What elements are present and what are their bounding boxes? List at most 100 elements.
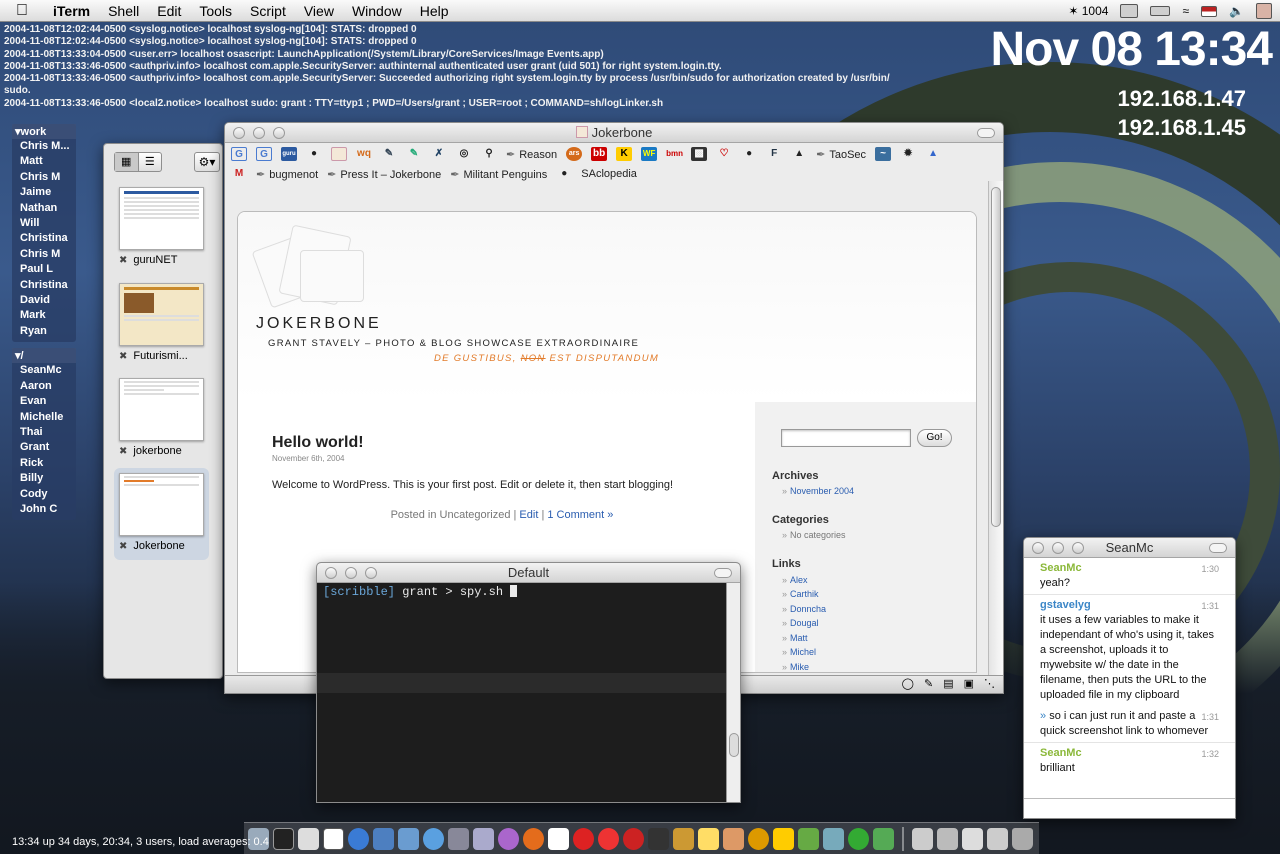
zoom-button[interactable] (365, 567, 377, 579)
preview-icon[interactable] (448, 827, 469, 850)
document-icon[interactable] (298, 827, 319, 850)
face-icon[interactable] (723, 827, 744, 850)
wf-icon[interactable]: WF (641, 147, 658, 161)
trash-icon[interactable] (1012, 827, 1033, 850)
toolbar-toggle-button[interactable] (977, 128, 995, 138)
post-title[interactable]: Hello world! (272, 434, 732, 452)
grenade-icon[interactable]: ● (741, 147, 757, 161)
guru-icon[interactable]: guru (281, 147, 297, 161)
menu-tools[interactable]: Tools (190, 3, 241, 19)
flag-icon[interactable] (1201, 5, 1218, 17)
buddy-item[interactable]: Will (12, 216, 76, 231)
blogroll-link[interactable]: Alex (772, 575, 826, 585)
wq-icon[interactable]: wq (356, 147, 372, 161)
buddy-item[interactable]: Rick (12, 456, 76, 471)
bmn-icon[interactable]: bmn (666, 147, 683, 161)
buddy-item[interactable]: SeanMc (12, 363, 76, 378)
browser-titlebar[interactable]: Jokerbone (225, 123, 1003, 143)
edit-link[interactable]: Edit (519, 509, 538, 521)
calendar-icon[interactable] (548, 827, 569, 850)
magnifier-icon[interactable]: ⚲ (481, 147, 497, 161)
buddy-item[interactable]: Jaime (12, 185, 76, 200)
battery-icon[interactable] (1150, 6, 1171, 16)
scroll-thumb[interactable] (991, 187, 1001, 527)
menu-help[interactable]: Help (411, 3, 458, 19)
window-icon[interactable] (937, 827, 958, 850)
site-title[interactable]: JOKERBONE (256, 315, 382, 333)
window-icon[interactable] (987, 827, 1008, 850)
photo-icon[interactable] (398, 827, 419, 850)
bookmark-reason[interactable]: Reason (506, 148, 557, 161)
bookmark-saclopedia[interactable]: SAclopedia (581, 168, 637, 180)
f-icon[interactable]: F (766, 147, 782, 161)
grenade-icon[interactable]: ● (556, 167, 572, 181)
grid-view-icon[interactable]: ▦ (115, 153, 139, 171)
close-button[interactable] (233, 127, 245, 139)
buddy-item[interactable]: Nathan (12, 201, 76, 216)
sync-icon[interactable] (848, 827, 869, 850)
x-icon[interactable]: ✗ (431, 147, 447, 161)
buddy-item[interactable]: Chris M... (12, 139, 76, 154)
terminal-scrollbar[interactable] (726, 583, 740, 802)
firefox-icon[interactable] (523, 827, 544, 850)
buddy-item[interactable]: Chris M (12, 247, 76, 262)
buddy-item[interactable]: Evan (12, 394, 76, 409)
tab-thumb-jokerbone-active[interactable]: ✖ Jokerbone (114, 468, 209, 560)
menu-edit[interactable]: Edit (148, 3, 190, 19)
buddy-item[interactable]: Aaron (12, 379, 76, 394)
buddy-item[interactable]: Mark (12, 308, 76, 323)
buddy-item[interactable]: Billy (12, 471, 76, 486)
terminal-titlebar[interactable]: Default (317, 563, 740, 583)
sketch-icon[interactable] (623, 827, 644, 850)
notes-icon[interactable] (698, 827, 719, 850)
k-icon[interactable]: K (616, 147, 633, 161)
buddy-item[interactable]: Chris M (12, 170, 76, 185)
ship-icon[interactable]: ▲ (925, 147, 941, 161)
menu-app-name[interactable]: iTerm (44, 3, 99, 19)
window-icon[interactable] (912, 827, 933, 850)
terminal-icon[interactable] (273, 827, 294, 850)
buddy-item[interactable]: Matt (12, 154, 76, 169)
monitor-icon[interactable] (648, 827, 669, 850)
buddy-item[interactable]: John C (12, 502, 76, 517)
new-window-icon[interactable]: ▤ (943, 677, 953, 690)
tab-thumb-futurismic[interactable]: ✖ Futurismi... (114, 278, 209, 370)
sidebar-icon[interactable]: ▣ (964, 677, 974, 690)
bookmark-taosec[interactable]: TaoSec (816, 148, 866, 161)
close-tab-icon[interactable]: ✖ (119, 255, 127, 266)
minimize-button[interactable] (1052, 542, 1064, 554)
close-button[interactable] (325, 567, 337, 579)
wifi-icon[interactable]: ≈ (1182, 4, 1189, 18)
close-tab-icon[interactable]: ✖ (119, 541, 127, 552)
buddy-item[interactable]: Christina (12, 231, 76, 246)
check-icon[interactable] (873, 827, 894, 850)
grid-icon[interactable]: ▩ (691, 147, 708, 161)
blogroll-link[interactable]: Dougal (772, 618, 826, 628)
cloud-icon[interactable]: ~ (875, 147, 892, 161)
user-icon[interactable] (1256, 3, 1272, 19)
view-mode-toggle[interactable]: ▦ ☰ (114, 152, 162, 172)
ars-icon[interactable]: ars (566, 147, 583, 161)
close-tab-icon[interactable]: ✖ (119, 446, 127, 457)
penguin-icon[interactable]: ▲ (791, 147, 807, 161)
bookmark-bugmenot[interactable]: bugmenot (256, 168, 318, 181)
buddy-item[interactable]: Michelle (12, 410, 76, 425)
app-icon[interactable] (673, 827, 694, 850)
pen-icon[interactable]: ✎ (381, 147, 397, 161)
buddy-item[interactable]: Paul L (12, 262, 76, 277)
buddy-item[interactable]: Grant (12, 440, 76, 455)
minimize-button[interactable] (253, 127, 265, 139)
tab-thumb-jokerbone[interactable]: ✖ jokerbone (114, 373, 209, 465)
menu-window[interactable]: Window (343, 3, 411, 19)
go-button[interactable]: Go! (917, 429, 952, 447)
close-button[interactable] (1032, 542, 1044, 554)
buddy-item[interactable]: Christina (12, 278, 76, 293)
zoom-button[interactable] (1072, 542, 1084, 554)
scroll-thumb[interactable] (729, 733, 739, 757)
search-input[interactable] (781, 429, 911, 447)
blogroll-link[interactable]: Mike (772, 662, 826, 672)
buddy-item[interactable]: David (12, 293, 76, 308)
target-icon[interactable]: ◎ (456, 147, 472, 161)
google-icon[interactable]: G (231, 147, 247, 161)
buddy-item[interactable]: Ryan (12, 324, 76, 339)
